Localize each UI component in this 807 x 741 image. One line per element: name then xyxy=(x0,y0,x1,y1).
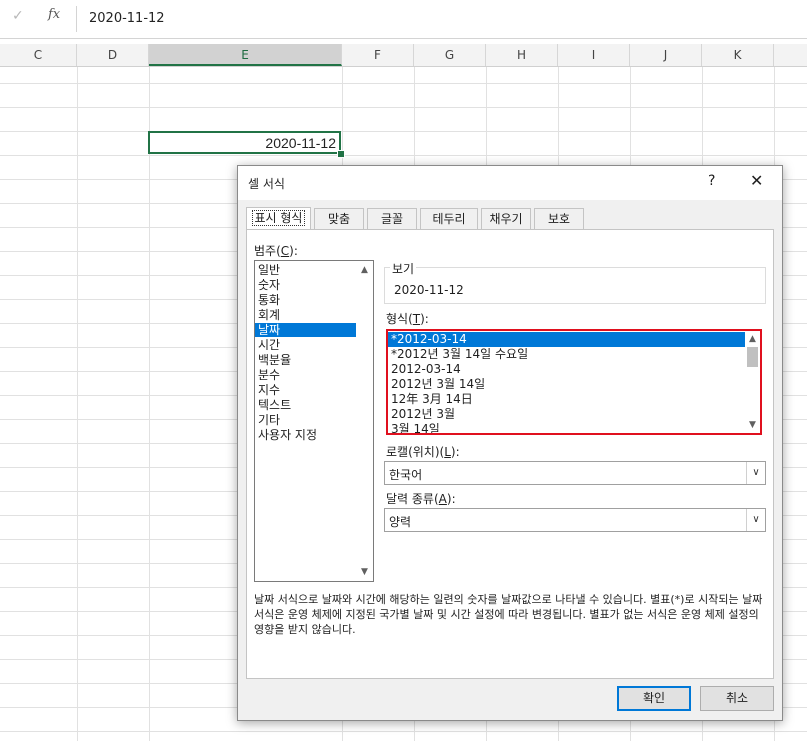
active-cell-e[interactable]: 2020-11-12 xyxy=(148,131,341,154)
sample-label: 보기 xyxy=(390,260,417,277)
locale-select[interactable]: 한국어 ∨ xyxy=(384,461,766,485)
category-item-general[interactable]: 일반 xyxy=(255,263,357,277)
category-label-text: 범주( xyxy=(254,244,281,258)
format-type-label-end: ): xyxy=(420,312,429,326)
scroll-down-icon[interactable]: ▼ xyxy=(356,564,373,580)
locale-label-text: 로캘(위치)( xyxy=(386,445,445,459)
column-header-i[interactable]: I xyxy=(558,44,630,66)
fx-icon[interactable]: fx xyxy=(48,7,60,22)
close-icon[interactable]: ✕ xyxy=(750,171,763,190)
category-item-date[interactable]: 날짜 xyxy=(255,323,357,337)
format-item[interactable]: 2012년 3월 xyxy=(388,407,747,422)
category-label-key: C xyxy=(280,244,290,258)
scroll-thumb[interactable] xyxy=(747,347,758,367)
locale-label-key: L xyxy=(444,445,451,459)
tab-fill-label: 채우기 xyxy=(489,212,523,226)
tab-border-label: 테두리 xyxy=(432,212,466,226)
column-header-row: C D E F G H I J K xyxy=(0,44,807,67)
scroll-up-icon[interactable]: ▲ xyxy=(745,331,760,347)
column-header-j[interactable]: J xyxy=(630,44,702,66)
tab-font-label: 글꼴 xyxy=(380,212,404,226)
locale-label: 로캘(위치)(L): xyxy=(386,443,460,460)
category-item-scientific[interactable]: 지수 xyxy=(255,383,357,397)
category-item-fraction[interactable]: 분수 xyxy=(255,368,357,382)
category-list[interactable]: 일반 숫자 통화 회계 날짜 시간 백분율 분수 지수 텍스트 기타 사용자 지… xyxy=(254,260,374,582)
format-description: 날짜 서식으로 날짜와 시간에 해당하는 일련의 숫자를 날짜값으로 나타낼 수… xyxy=(254,593,763,636)
column-header-c[interactable]: C xyxy=(0,44,77,66)
format-item[interactable]: *2012년 3월 14일 수요일 xyxy=(388,347,747,362)
grid-line xyxy=(0,83,807,84)
column-header-g[interactable]: G xyxy=(414,44,486,66)
sample-value: 2020-11-12 xyxy=(394,283,464,297)
format-item[interactable]: *2012-03-14 xyxy=(388,332,747,347)
tab-number[interactable]: 표시 형식 xyxy=(246,207,311,230)
scroll-up-icon[interactable]: ▲ xyxy=(356,262,373,278)
category-item-special[interactable]: 기타 xyxy=(255,413,357,427)
category-item-currency[interactable]: 통화 xyxy=(255,293,357,307)
tab-font[interactable]: 글꼴 xyxy=(367,208,417,229)
grid-line xyxy=(0,731,807,732)
format-scrollbar[interactable]: ▲ ▼ xyxy=(745,331,760,433)
tab-alignment[interactable]: 맞춤 xyxy=(314,208,364,229)
category-scrollbar[interactable]: ▲ ▼ xyxy=(356,261,373,581)
active-cell-value: 2020-11-12 xyxy=(265,135,336,151)
category-label-end: ): xyxy=(289,244,298,258)
ok-button[interactable]: 확인 xyxy=(617,686,691,711)
format-item[interactable]: 2012년 3월 14일 xyxy=(388,377,747,392)
tab-number-label: 표시 형식 xyxy=(251,210,306,226)
tab-alignment-label: 맞춤 xyxy=(327,212,351,226)
help-icon[interactable]: ? xyxy=(708,173,715,189)
calendar-type-select[interactable]: 양력 ∨ xyxy=(384,508,766,532)
column-header-e[interactable]: E xyxy=(149,44,342,66)
column-header-d[interactable]: D xyxy=(77,44,149,66)
dialog-titlebar: 셀 서식 ? ✕ xyxy=(238,166,782,200)
calendar-type-label-text: 달력 종류( xyxy=(386,492,439,506)
dialog-title: 셀 서식 xyxy=(248,177,285,191)
category-item-time[interactable]: 시간 xyxy=(255,338,357,352)
calendar-selected-value: 양력 xyxy=(389,515,412,529)
category-item-text[interactable]: 텍스트 xyxy=(255,398,357,412)
format-item[interactable]: 2012-03-14 xyxy=(388,362,747,377)
calendar-type-label-key: A xyxy=(438,492,447,506)
column-header-h[interactable]: H xyxy=(486,44,558,66)
check-icon[interactable]: ✓ xyxy=(12,8,24,24)
calendar-type-label-end: ): xyxy=(446,492,456,506)
format-item[interactable]: 12年 3月 14日 xyxy=(388,392,747,407)
fill-handle[interactable] xyxy=(337,150,345,158)
cancel-button[interactable]: 취소 xyxy=(700,686,774,711)
tab-protection-label: 보호 xyxy=(547,212,571,226)
tab-protection[interactable]: 보호 xyxy=(534,208,584,229)
format-type-label-key: T xyxy=(412,312,421,326)
category-label: 범주(C): xyxy=(254,242,298,259)
grid-line xyxy=(0,155,807,156)
formula-input[interactable]: 2020-11-12 xyxy=(89,11,165,26)
locale-selected-value: 한국어 xyxy=(389,468,423,482)
tab-border[interactable]: 테두리 xyxy=(420,208,478,229)
grid-line xyxy=(0,107,807,108)
scroll-down-icon[interactable]: ▼ xyxy=(745,417,760,433)
category-item-percentage[interactable]: 백분율 xyxy=(255,353,357,367)
tab-fill[interactable]: 채우기 xyxy=(481,208,531,229)
format-type-label-text: 형식( xyxy=(386,312,413,326)
format-item[interactable]: 3월 14일 xyxy=(388,422,747,433)
format-type-label: 형식(T): xyxy=(386,310,429,327)
category-item-number[interactable]: 숫자 xyxy=(255,278,357,292)
chevron-down-icon[interactable]: ∨ xyxy=(746,509,765,531)
locale-label-end: ): xyxy=(450,445,460,459)
column-header-f[interactable]: F xyxy=(342,44,414,66)
grid-line xyxy=(77,67,78,741)
category-item-accounting[interactable]: 회계 xyxy=(255,308,357,322)
grid-line xyxy=(0,131,807,132)
format-type-list[interactable]: *2012-03-14 *2012년 3월 14일 수요일 2012-03-14… xyxy=(386,329,762,435)
chevron-down-icon[interactable]: ∨ xyxy=(746,462,765,484)
grid-line xyxy=(149,67,150,741)
category-item-custom[interactable]: 사용자 지정 xyxy=(255,428,357,442)
calendar-type-label: 달력 종류(A): xyxy=(386,490,456,507)
format-cells-dialog: 셀 서식 ? ✕ 표시 형식 맞춤 글꼴 테두리 채우기 보호 범주(C): 일… xyxy=(237,165,783,721)
formula-bar: ✓ fx 2020-11-12 xyxy=(0,0,807,39)
column-header-k[interactable]: K xyxy=(702,44,774,66)
formula-bar-controls: ✓ fx xyxy=(0,4,76,34)
formula-bar-divider xyxy=(76,6,77,32)
